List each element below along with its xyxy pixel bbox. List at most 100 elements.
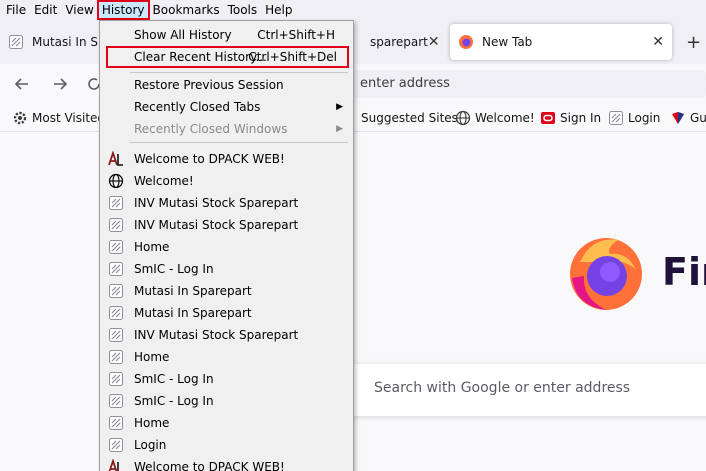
tab-sparepart[interactable]: sparepart ✕ (362, 24, 447, 60)
generic-page-icon (109, 196, 123, 210)
history-entry-label: INV Mutasi Stock Sparepart (134, 218, 299, 232)
history-entry[interactable]: INV Mutasi Stock Sparepart (100, 214, 353, 236)
firefox-wordmark: Fir (662, 250, 706, 294)
bookmark-welcome[interactable]: Welcome! (455, 109, 535, 127)
history-entry-label: SmIC - Log In (134, 394, 214, 408)
menuitem-label: Clear Recent History... (134, 50, 267, 64)
menuitem-clear-recent-history[interactable]: Clear Recent History... Ctrl+Shift+Del (106, 46, 349, 68)
history-entry[interactable]: Welcome! (100, 170, 353, 192)
bookmark-label: Welcome! (475, 111, 535, 125)
history-entry[interactable]: SmIC - Log In (100, 368, 353, 390)
history-entry[interactable]: INV Mutasi Stock Sparepart (100, 192, 353, 214)
history-entry-label: Welcome to DPACK WEB! (134, 460, 285, 471)
generic-page-icon (109, 218, 123, 232)
dpack-icon (108, 459, 119, 471)
menuitem-label: Recently Closed Tabs (134, 100, 261, 114)
menu-view[interactable]: View (61, 1, 97, 19)
history-entry-label: Mutasi In Sparepart (134, 306, 252, 320)
generic-page-icon (109, 394, 123, 408)
history-entry[interactable]: Mutasi In Sparepart (100, 302, 353, 324)
bookmark-login[interactable]: Login (608, 109, 660, 127)
menuitem-show-all-history[interactable]: Show All History Ctrl+Shift+H (100, 24, 353, 46)
history-entry[interactable]: Mutasi In Sparepart (100, 280, 353, 302)
url-bar[interactable]: enter address (350, 70, 706, 98)
history-entry-label: Login (134, 438, 167, 452)
bookmark-label: Suggested Sites (361, 111, 458, 125)
menu-help[interactable]: Help (261, 1, 296, 19)
menu-edit[interactable]: Edit (30, 1, 61, 19)
close-icon[interactable]: ✕ (652, 34, 664, 50)
history-entry-label: SmIC - Log In (134, 262, 214, 276)
generic-page-icon (9, 35, 23, 49)
globe-icon (108, 173, 124, 189)
search-box[interactable]: Search with Google or enter address (336, 364, 706, 416)
history-entry[interactable]: Welcome to DPACK WEB! (100, 456, 353, 471)
url-placeholder: enter address (360, 76, 450, 91)
globe-icon (455, 110, 471, 126)
new-tab-button[interactable]: + (686, 32, 701, 53)
bookmark-label: Gu (690, 111, 706, 125)
history-entry[interactable]: Welcome to DPACK WEB! (100, 148, 353, 170)
menuitem-recently-closed-tabs[interactable]: Recently Closed Tabs ▶ (100, 96, 353, 118)
generic-page-icon (109, 262, 123, 276)
menuitem-recently-closed-windows: Recently Closed Windows ▶ (100, 118, 353, 140)
chevron-right-icon: ▶ (336, 124, 343, 134)
menu-file[interactable]: File (2, 1, 30, 19)
bookmark-label: Sign In (560, 111, 602, 125)
history-entry-label: Home (134, 240, 170, 254)
generic-page-icon (109, 416, 123, 430)
menuitem-shortcut: Ctrl+Shift+Del (248, 50, 337, 64)
close-icon[interactable]: ✕ (428, 34, 440, 50)
menuitem-restore-previous-session[interactable]: Restore Previous Session (100, 74, 353, 96)
menu-separator (130, 142, 348, 143)
menu-history[interactable]: History (96, 0, 150, 20)
history-entry[interactable]: SmIC - Log In (100, 390, 353, 412)
history-entry-label: Home (134, 350, 170, 364)
generic-page-icon (109, 438, 123, 452)
history-entry-label: Welcome! (134, 174, 194, 188)
chevron-right-icon: ▶ (336, 102, 343, 112)
history-entry-label: Mutasi In Sparepart (134, 284, 252, 298)
history-entry[interactable]: INV Mutasi Stock Sparepart (100, 324, 353, 346)
menuitem-label: Restore Previous Session (134, 78, 284, 92)
history-entry-label: Welcome to DPACK WEB! (134, 152, 285, 166)
bookmark-label: Most Visited (32, 111, 106, 125)
history-entry-label: SmIC - Log In (134, 372, 214, 386)
brand-icon (672, 112, 684, 124)
oracle-icon (541, 112, 555, 124)
generic-page-icon (109, 350, 123, 364)
tab-label: New Tab (482, 35, 533, 49)
generic-page-icon (109, 372, 123, 386)
history-entry-label: Home (134, 416, 170, 430)
menuitem-shortcut: Ctrl+Shift+H (257, 28, 335, 42)
history-entry[interactable]: Home (100, 236, 353, 258)
menu-tools[interactable]: Tools (224, 1, 262, 19)
menuitem-label: Show All History (134, 28, 232, 42)
arrow-right-icon[interactable] (52, 76, 68, 92)
tab-label: sparepart (370, 35, 428, 49)
tab-new-tab[interactable]: New Tab ✕ (450, 24, 672, 60)
history-entry-label: INV Mutasi Stock Sparepart (134, 196, 299, 210)
arrow-left-icon[interactable] (14, 76, 30, 92)
bookmark-gu[interactable]: Gu (670, 109, 706, 127)
firefox-logo-icon (570, 238, 642, 310)
generic-page-icon (109, 240, 123, 254)
generic-page-icon (109, 284, 123, 298)
bookmark-sign-in[interactable]: Sign In (540, 109, 601, 127)
history-entry[interactable]: Home (100, 346, 353, 368)
generic-page-icon (109, 328, 123, 342)
history-entry[interactable]: SmIC - Log In (100, 258, 353, 280)
menuitem-label: Recently Closed Windows (134, 122, 288, 136)
gear-icon (13, 111, 27, 125)
menu-separator (130, 72, 348, 73)
history-entry[interactable]: Home (100, 412, 353, 434)
bookmark-most-visited[interactable]: Most Visited (12, 109, 105, 127)
search-placeholder: Search with Google or enter address (374, 380, 631, 396)
bookmark-label: Login (628, 111, 661, 125)
menu-bookmarks[interactable]: Bookmarks (149, 1, 224, 19)
generic-page-icon (109, 306, 123, 320)
history-entry[interactable]: Login (100, 434, 353, 456)
bookmark-suggested-sites[interactable]: Suggested Sites (361, 109, 458, 127)
history-entry-label: INV Mutasi Stock Sparepart (134, 328, 299, 342)
history-menu: Show All History Ctrl+Shift+H Clear Rece… (99, 20, 354, 471)
